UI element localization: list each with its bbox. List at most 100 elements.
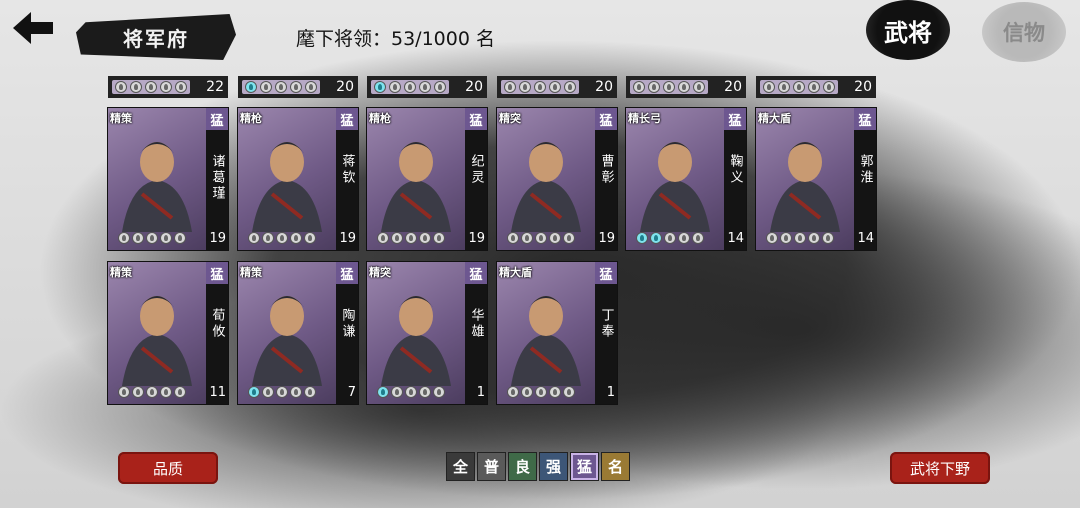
card-sidebar: 猛郭淮 <box>854 108 876 250</box>
general-card[interactable]: 精策猛诸葛瑾 19 <box>108 108 228 250</box>
partial-general-card[interactable]: 20 <box>367 76 487 98</box>
soul-orb-icon <box>549 232 561 244</box>
troop-class-tag: 精长弓 <box>628 112 661 125</box>
soul-orb-icon <box>276 232 288 244</box>
soul-orb-icon <box>132 232 144 244</box>
general-card[interactable]: 精长弓猛鞠义 14 <box>626 108 746 250</box>
filter-button-4[interactable]: 猛 <box>570 452 599 481</box>
soul-orb-icon <box>160 232 172 244</box>
dismiss-general-button[interactable]: 武将下野 <box>890 452 990 484</box>
star-row <box>118 232 186 244</box>
partial-general-card[interactable]: 20 <box>238 76 358 98</box>
star-row <box>507 386 575 398</box>
card-level: 14 <box>857 231 874 246</box>
grade-badge: 猛 <box>206 108 228 130</box>
grade-badge: 猛 <box>336 108 358 130</box>
soul-orb-icon <box>648 81 660 93</box>
star-row <box>242 80 320 94</box>
general-card[interactable]: 精突猛曹彰 19 <box>497 108 617 250</box>
soul-orb-icon <box>521 386 533 398</box>
general-card[interactable]: 精策猛荀攸 11 <box>108 262 228 404</box>
card-level: 19 <box>468 231 485 246</box>
soul-orb-icon <box>549 386 561 398</box>
general-portrait: 精长弓 <box>626 108 724 250</box>
filter-button-2[interactable]: 良 <box>508 452 537 481</box>
grade-badge: 猛 <box>595 108 617 130</box>
soul-orb-icon <box>262 232 274 244</box>
general-card[interactable]: 精大盾猛丁奉 1 <box>497 262 617 404</box>
card-sidebar: 猛华雄 <box>465 262 487 404</box>
soul-orb-icon <box>794 232 806 244</box>
grade-badge: 猛 <box>336 262 358 284</box>
partial-general-card[interactable]: 20 <box>756 76 876 98</box>
card-level: 19 <box>209 231 226 246</box>
soul-orb-icon <box>275 81 287 93</box>
soul-orb-icon <box>504 81 516 93</box>
filter-button-5[interactable]: 名 <box>601 452 630 481</box>
card-level: 20 <box>336 79 354 95</box>
filter-button-3[interactable]: 强 <box>539 452 568 481</box>
general-portrait: 精枪 <box>367 108 465 250</box>
soul-orb-icon <box>290 386 302 398</box>
partial-general-card[interactable]: 20 <box>497 76 617 98</box>
filter-button-0[interactable]: 全 <box>446 452 475 481</box>
general-figure-icon <box>122 142 192 232</box>
card-sidebar: 猛鞠义 <box>724 108 746 250</box>
general-portrait: 精突 <box>497 108 595 250</box>
grade-badge: 猛 <box>724 108 746 130</box>
soul-orb-icon <box>563 386 575 398</box>
troop-class-tag: 精枪 <box>240 112 262 125</box>
soul-orb-icon <box>115 81 127 93</box>
soul-orb-icon <box>174 386 186 398</box>
soul-orb-icon <box>248 386 260 398</box>
general-figure-icon <box>640 142 710 232</box>
star-row <box>760 80 838 94</box>
soul-orb-icon <box>521 232 533 244</box>
general-card[interactable]: 精策猛陶谦 7 <box>238 262 358 404</box>
general-card[interactable]: 精突猛华雄 1 <box>367 262 487 404</box>
grade-badge: 猛 <box>465 262 487 284</box>
soul-orb-icon <box>262 386 274 398</box>
card-level: 22 <box>206 79 224 95</box>
star-row <box>371 80 449 94</box>
star-row <box>501 80 579 94</box>
tab-tokens[interactable]: 信物 <box>982 2 1066 62</box>
soul-orb-icon <box>766 232 778 244</box>
soul-orb-icon <box>434 81 446 93</box>
tab-generals[interactable]: 武将 <box>866 0 950 60</box>
grade-badge: 猛 <box>206 262 228 284</box>
general-figure-icon <box>511 142 581 232</box>
general-name: 华雄 <box>468 308 484 340</box>
soul-orb-icon <box>405 386 417 398</box>
filter-button-1[interactable]: 普 <box>477 452 506 481</box>
general-card[interactable]: 精枪猛纪灵 19 <box>367 108 487 250</box>
troop-class-tag: 精策 <box>110 266 132 279</box>
star-row <box>377 386 445 398</box>
general-figure-icon <box>511 296 581 386</box>
card-level: 20 <box>465 79 483 95</box>
soul-orb-icon <box>160 81 172 93</box>
soul-orb-icon <box>778 81 790 93</box>
general-figure-icon <box>381 142 451 232</box>
general-card[interactable]: 精枪猛蒋钦 19 <box>238 108 358 250</box>
general-figure-icon <box>252 296 322 386</box>
troop-class-tag: 精策 <box>110 112 132 125</box>
general-name: 纪灵 <box>468 154 484 186</box>
general-name: 郭淮 <box>857 154 873 186</box>
card-level: 20 <box>595 79 613 95</box>
soul-orb-icon <box>793 81 805 93</box>
back-button[interactable] <box>10 8 56 48</box>
soul-orb-icon <box>535 232 547 244</box>
soul-orb-icon <box>404 81 416 93</box>
general-portrait: 精策 <box>108 108 206 250</box>
soul-orb-icon <box>535 386 547 398</box>
general-card[interactable]: 精大盾猛郭淮 14 <box>756 108 876 250</box>
grade-badge: 猛 <box>465 108 487 130</box>
partial-general-card[interactable]: 22 <box>108 76 228 98</box>
star-row <box>766 232 834 244</box>
quality-sort-button[interactable]: 品质 <box>118 452 218 484</box>
soul-orb-icon <box>549 81 561 93</box>
soul-orb-icon <box>678 232 690 244</box>
grade-filter-bar: 全普良强猛名 <box>446 452 630 481</box>
partial-general-card[interactable]: 20 <box>626 76 746 98</box>
